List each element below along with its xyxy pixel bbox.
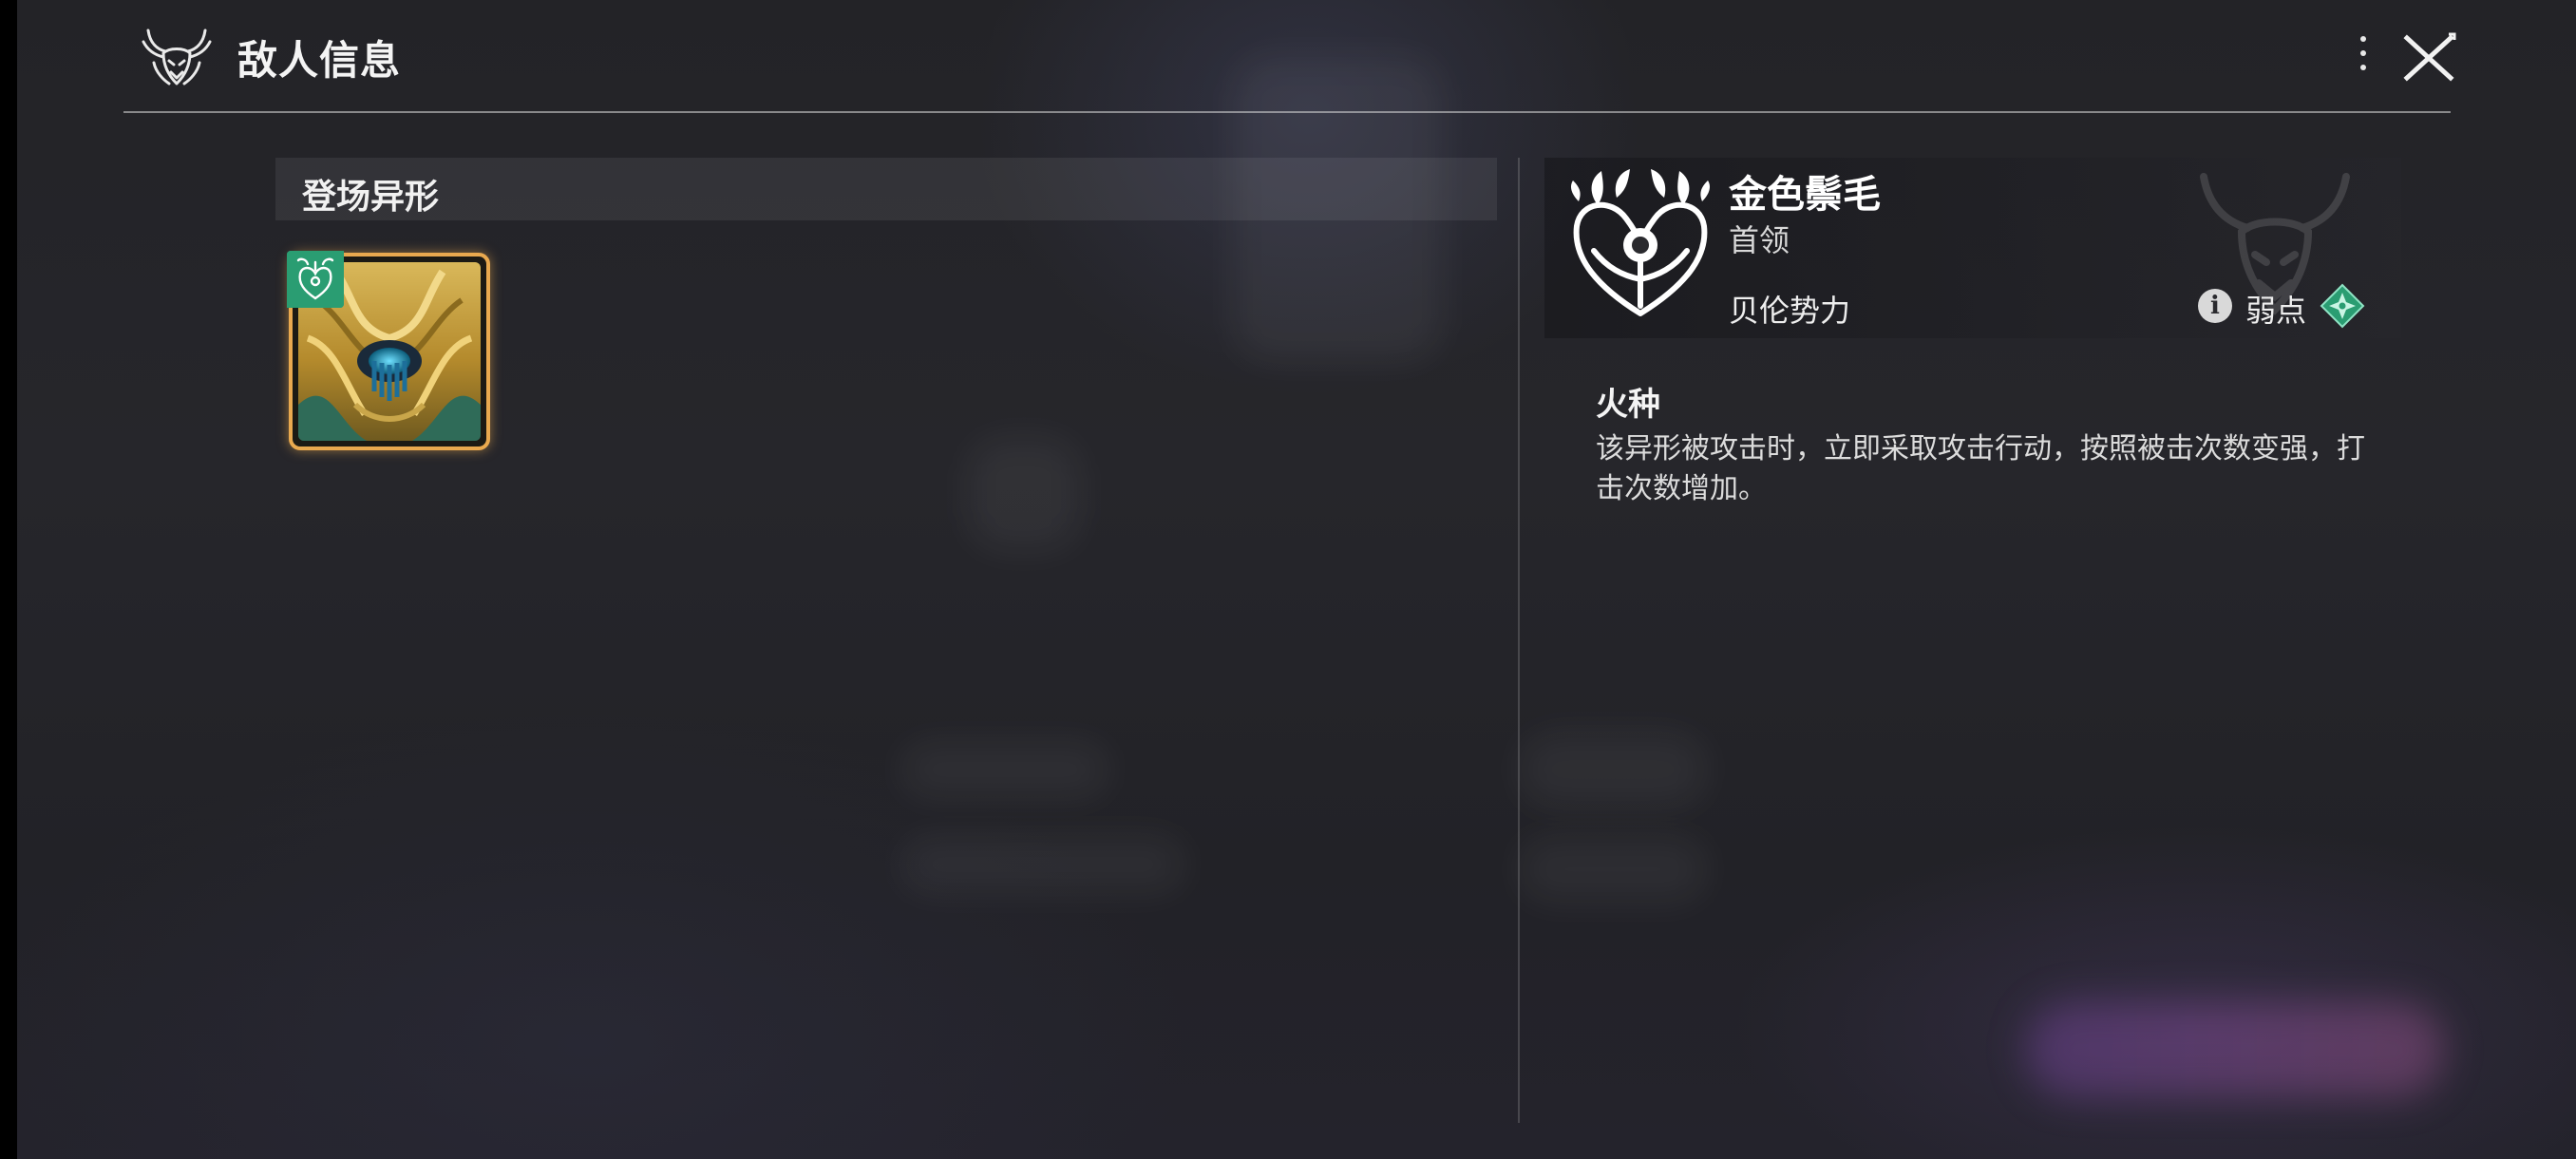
info-icon[interactable]: i (2198, 289, 2232, 323)
belen-faction-badge-icon (287, 251, 344, 308)
close-button[interactable] (2401, 32, 2456, 84)
background-blur (900, 836, 1185, 893)
background-blur (900, 741, 1109, 798)
background-blur (1518, 732, 1708, 808)
more-vertical-icon (2360, 36, 2366, 42)
horned-demon-emblem-icon (142, 28, 212, 86)
appearing-enemies-section-header: 登场异形 (275, 158, 1497, 220)
skill-name: 火种 (1596, 386, 1660, 424)
background-blur (967, 437, 1081, 551)
background-glow (2026, 1002, 2444, 1097)
enemy-faction: 贝伦势力 (1729, 293, 1851, 329)
page-title: 敌人信息 (237, 37, 402, 84)
section-title: 登场异形 (302, 178, 440, 217)
skill-description: 该异形被攻击时，立即采取攻击行动，按照被击次数变强，打击次数增加。 (1596, 432, 2365, 505)
more-options-button[interactable] (2356, 36, 2371, 78)
wind-element-icon[interactable] (2320, 283, 2365, 329)
enemy-info-screen: 敌人信息 登场异形 金色鬃毛 首领 贝伦势力 i 弱点 火种 该异形被攻击时，立… (17, 0, 2576, 1159)
enemy-name: 金色鬃毛 (1729, 173, 1881, 217)
background-blur (1518, 836, 1708, 902)
panel-divider (1518, 158, 1520, 1123)
belen-faction-emblem-icon (1571, 169, 1710, 316)
header-divider (123, 111, 2451, 113)
weakness-label: 弱点 (2245, 293, 2307, 329)
header-bar: 敌人信息 (17, 0, 2576, 113)
enemy-rank: 首领 (1729, 222, 1790, 258)
